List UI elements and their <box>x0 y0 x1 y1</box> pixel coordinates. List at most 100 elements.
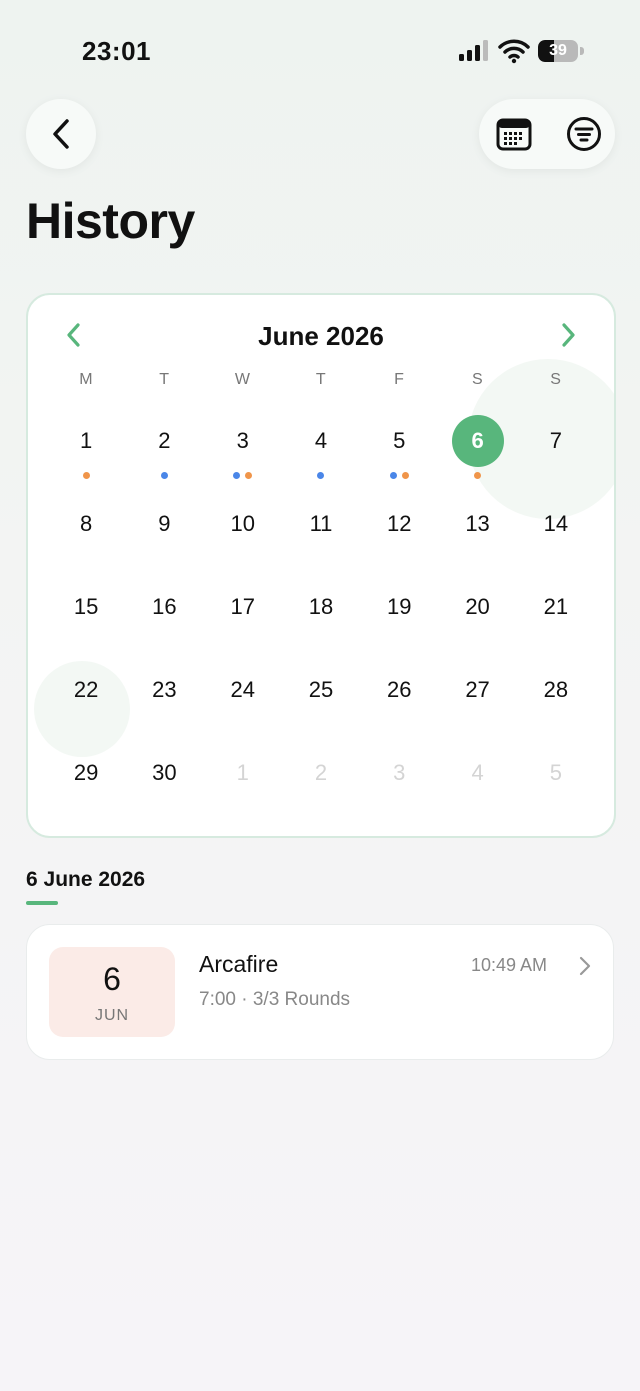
calendar-day[interactable]: 25 <box>282 646 360 729</box>
activity-dot-blue <box>160 472 168 479</box>
calendar-day[interactable]: 1 <box>47 397 125 480</box>
battery-level: 39 <box>549 42 567 59</box>
entry-detail: 7:00 · 3/3 Rounds <box>199 989 351 1010</box>
calendar-day[interactable]: 11 <box>282 480 360 563</box>
calendar-day[interactable]: 28 <box>517 646 595 729</box>
calendar-day[interactable]: 27 <box>438 646 516 729</box>
calendar-day-number: 4 <box>314 428 328 453</box>
activity-dot-orange <box>474 472 482 479</box>
calendar-day[interactable]: 5 <box>360 397 438 480</box>
weekday-label: M <box>79 371 94 388</box>
filter-button[interactable] <box>559 109 609 159</box>
status-time: 23:01 <box>82 36 151 66</box>
calendar-day[interactable]: 19 <box>360 563 438 646</box>
calendar-day-number: 15 <box>73 594 99 619</box>
header-actions <box>479 99 615 169</box>
cellular-signal-icon <box>459 40 488 61</box>
activity-dot-orange <box>82 472 90 479</box>
calendar-day-number: 27 <box>465 677 490 702</box>
calendar-day-number: 25 <box>308 677 334 702</box>
calendar-day-number: 22 <box>73 677 99 702</box>
battery-cap <box>580 47 584 55</box>
status-bar: 23:01 39 <box>0 0 640 100</box>
activity-dot-blue <box>233 472 241 479</box>
calendar-day-number: 8 <box>80 511 93 536</box>
calendar-day[interactable]: 15 <box>47 563 125 646</box>
filter-icon <box>567 117 601 151</box>
calendar-card: June 2026 MTWTFSS 1 2 3 4 5 6 7 8 9 10 11 12 13 14 15 1… <box>26 293 616 838</box>
calendar-grid-icon <box>496 118 532 151</box>
activity-dots <box>360 472 438 479</box>
calendar-view-button[interactable] <box>489 109 539 159</box>
calendar-day-number: 1 <box>80 428 93 453</box>
calendar-day-number: 18 <box>308 594 334 619</box>
calendar-day[interactable]: 3 <box>204 397 282 480</box>
calendar-day-number: 16 <box>152 594 177 619</box>
month-label: June 2026 <box>258 321 384 351</box>
calendar-day[interactable]: 7 <box>517 397 595 480</box>
entry-time: 10:49 AM <box>471 955 548 975</box>
calendar-day[interactable]: 23 <box>125 646 203 729</box>
calendar-day-number: 20 <box>465 594 490 619</box>
calendar-day[interactable]: 20 <box>438 563 516 646</box>
entry-name: Arcafire <box>199 951 279 977</box>
calendar-day-number: 2 <box>314 760 328 785</box>
activity-dots <box>204 472 282 479</box>
calendar-day[interactable]: 17 <box>204 563 282 646</box>
calendar-day[interactable]: 10 <box>204 480 282 563</box>
calendar-day-number: 24 <box>230 677 255 702</box>
calendar-day-number: 3 <box>236 428 249 453</box>
calendar-day: 1 <box>204 729 282 812</box>
back-button[interactable] <box>26 99 96 169</box>
calendar-day[interactable]: 24 <box>204 646 282 729</box>
day-grid: 1 2 3 4 5 6 7 8 9 10 11 12 13 14 15 16 17 18 19 20 21 22 23 24 2… <box>47 397 595 812</box>
calendar-day-number: 17 <box>230 594 255 619</box>
history-entry[interactable]: 6 JUN Arcafire 7:00 · 3/3 Rounds 10:49 A… <box>26 924 614 1060</box>
heading-underline <box>26 901 58 905</box>
calendar-day[interactable]: 22 <box>47 646 125 729</box>
calendar-day-selected[interactable]: 6 <box>438 397 516 480</box>
calendar-day[interactable]: 2 <box>125 397 203 480</box>
calendar-day-number: 6 <box>451 415 504 467</box>
calendar-day: 5 <box>517 729 595 812</box>
calendar-day-number: 30 <box>152 760 177 785</box>
weekday-label: W <box>234 371 251 388</box>
weekday-label: T <box>315 371 327 388</box>
calendar-day[interactable]: 12 <box>360 480 438 563</box>
calendar-day[interactable]: 9 <box>125 480 203 563</box>
calendar-day-number: 5 <box>549 760 562 785</box>
battery-body: 39 <box>538 40 578 62</box>
battery-indicator: 39 <box>538 40 584 64</box>
calendar-day-number: 5 <box>393 428 406 453</box>
calendar-day: 2 <box>282 729 360 812</box>
calendar-day[interactable]: 29 <box>47 729 125 812</box>
activity-dots <box>438 472 516 479</box>
calendar-day-number: 9 <box>158 511 171 536</box>
calendar-day-number: 13 <box>465 511 490 536</box>
weekday-label: T <box>159 371 170 388</box>
calendar-day[interactable]: 21 <box>517 563 595 646</box>
calendar-day[interactable]: 16 <box>125 563 203 646</box>
calendar-day[interactable]: 4 <box>282 397 360 480</box>
calendar-day-number: 23 <box>152 677 177 702</box>
calendar-day[interactable]: 30 <box>125 729 203 812</box>
calendar-day-number: 11 <box>309 511 333 536</box>
next-month-button[interactable] <box>550 317 586 353</box>
calendar-day[interactable]: 14 <box>517 480 595 563</box>
weekday-label: S <box>471 371 484 388</box>
wifi-icon <box>498 39 530 64</box>
weekday-label: S <box>550 371 562 388</box>
calendar-day[interactable]: 18 <box>282 563 360 646</box>
calendar-day-number: 7 <box>549 428 562 453</box>
calendar-day[interactable]: 26 <box>360 646 438 729</box>
activity-dots <box>282 472 360 479</box>
page-title: History <box>26 193 195 249</box>
activity-dot-blue <box>317 472 325 479</box>
selected-date-heading: 6 June 2026 <box>26 868 146 891</box>
calendar-day-number: 14 <box>543 511 569 536</box>
chevron-right-icon <box>579 956 591 976</box>
weekday-header: MTWTFSS <box>47 371 595 389</box>
activity-dots <box>125 472 203 479</box>
calendar-day[interactable]: 8 <box>47 480 125 563</box>
calendar-day[interactable]: 13 <box>438 480 516 563</box>
